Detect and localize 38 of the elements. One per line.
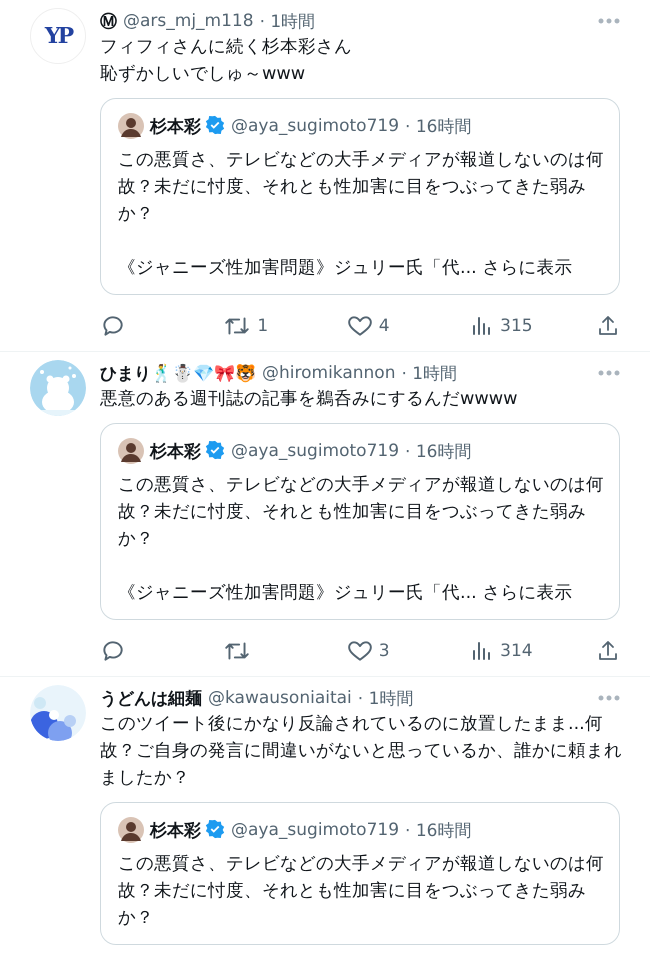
quoted-link-line: 《ジャニーズ性加害問題》ジュリー氏「代... xyxy=(118,258,477,278)
show-more-link[interactable]: さらに表示 xyxy=(482,258,572,278)
quoted-text: この悪質さ、テレビなどの大手メディアが報道しないのは何故？未だに忖度、それとも性加害に目をつぶってきた弱みか？ xyxy=(118,853,605,930)
avatar-logo[interactable]: YP xyxy=(30,8,86,64)
quoted-text: この悪質さ、テレビなどの大手メディアが報道しないのは何故？未だに忖度、それとも性加害に目をつぶってきた弱みか？ xyxy=(118,474,605,551)
like-count: 4 xyxy=(378,316,390,336)
author-handle[interactable]: @aya_sugimoto719 xyxy=(231,116,400,136)
author-handle[interactable]: @aya_sugimoto719 xyxy=(231,820,400,840)
author-handle[interactable]: @kawausoniaitai xyxy=(208,688,352,708)
tweet-text: 悪意のある週刊誌の記事を鵜呑みにするんだwwww xyxy=(100,388,519,411)
author-name[interactable]: うどんは細麺 xyxy=(100,686,202,710)
author-name[interactable]: ひまり🕺☃💎🎀🐯 xyxy=(100,362,256,384)
tweet-text: フィフィさんに続く杉本彩さん xyxy=(100,36,353,59)
author-handle[interactable]: @aya_sugimoto719 xyxy=(231,441,400,461)
avatar-icon[interactable] xyxy=(118,113,144,139)
tweet-text: このツイート後にかなり反論されているのに放置したまま...何故？ご自身の発言に間違いがないと思っているか、誰かに頼まれましたか？ xyxy=(100,713,623,790)
quoted-link-line: 《ジャニーズ性加害問題》ジュリー氏「代... xyxy=(118,583,477,603)
post-time: · 16時間 xyxy=(405,440,472,462)
post-time: · 16時間 xyxy=(405,116,472,138)
like-count: 3 xyxy=(378,641,390,661)
author-handle[interactable]: @ars_mj_m118 xyxy=(123,11,254,31)
author-name[interactable]: 杉本彩 xyxy=(150,820,201,840)
author-name[interactable]: Ⓜ xyxy=(100,10,117,32)
tweet-text: 恥ずかしいでしゅ～www xyxy=(100,63,306,86)
avatar-icon[interactable] xyxy=(118,817,144,843)
post-time: · 1時間 xyxy=(260,10,316,32)
retweet-count: 1 xyxy=(257,316,268,336)
post-time: · 1時間 xyxy=(402,362,458,384)
author-handle[interactable]: @hiromikannon xyxy=(262,363,396,383)
post-time: · 1時間 xyxy=(358,688,414,710)
avatar-icon[interactable] xyxy=(118,438,144,464)
author-name[interactable]: 杉本彩 xyxy=(150,442,201,462)
quoted-text: この悪質さ、テレビなどの大手メディアが報道しないのは何故？未だに忖度、それとも性加害に目をつぶってきた弱みか？ xyxy=(118,149,605,226)
views-count: 314 xyxy=(500,641,533,661)
post-time: · 16時間 xyxy=(405,820,472,842)
show-more-link[interactable]: さらに表示 xyxy=(482,583,572,603)
author-name[interactable]: 杉本彩 xyxy=(150,116,201,136)
views-count: 315 xyxy=(500,316,533,336)
